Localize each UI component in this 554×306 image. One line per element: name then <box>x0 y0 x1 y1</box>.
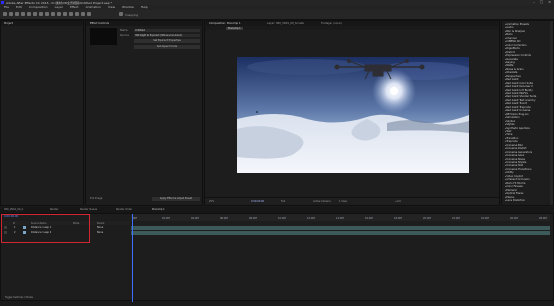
minimize-icon[interactable]: – <box>533 0 535 4</box>
viewer-360-image <box>237 57 469 173</box>
tab-project[interactable]: Project <box>4 22 13 25</box>
ruler-tick-label: 12:00f <box>307 217 315 220</box>
tab-bottom-precomp[interactable]: Precomp 1 <box>152 208 165 211</box>
effect-controls-panel: Effect Controls Name Untitled Source 360… <box>85 20 203 206</box>
close-icon[interactable]: × <box>548 0 551 4</box>
layer-duration-bar[interactable] <box>131 225 550 230</box>
tab-bottom-3[interactable]: Render Queue <box>80 208 97 211</box>
brush-tool-icon[interactable] <box>63 12 67 16</box>
type-tool-icon[interactable] <box>57 12 61 16</box>
timecode-display[interactable]: 0:00:00:00 <box>251 200 264 203</box>
tools-toolbar: Snapping <box>0 10 554 20</box>
app-logo-icon <box>1 1 4 4</box>
project-panel: Project <box>0 20 84 206</box>
time-ruler[interactable]: 00f 02:00f 04:00f 06:00f 08:00f 10:00f 12:00f 1… <box>131 214 550 221</box>
ruler-tick-label: 22:00f <box>452 217 460 220</box>
snapping-label: Snapping <box>125 12 139 17</box>
maximize-icon[interactable]: □ <box>540 0 543 4</box>
tab-composition-precomp[interactable]: Composition: Precomp 1 <box>209 22 241 25</box>
clone-tool-icon[interactable] <box>69 12 73 16</box>
toggle-switches-modes[interactable]: Toggle Switches / Modes <box>5 296 33 299</box>
effect-controls-tabbar: Effect Controls <box>86 21 202 26</box>
hand-tool-icon[interactable] <box>15 12 19 16</box>
timeline-panel: 0:00:00:00 00f 02:00f 04:00f 06:00f 08:00f 10… <box>0 213 554 302</box>
eraser-tool-icon[interactable] <box>75 12 79 16</box>
roto-brush-icon[interactable] <box>81 12 85 16</box>
name-label: Name <box>120 29 128 32</box>
panorama-svg <box>237 57 469 173</box>
tab-effect-controls[interactable]: Effect Controls <box>90 22 109 25</box>
ruler-tick-label: 00f <box>133 217 137 220</box>
ruler-tick-label: 16:00f <box>365 217 373 220</box>
pen-tool-icon[interactable] <box>51 12 55 16</box>
views-dropdown[interactable]: 1 View <box>339 200 347 203</box>
tab-layer[interactable]: Layer: 360_VR01_00_Scrubb <box>267 22 304 25</box>
layer-parent[interactable]: None <box>97 231 103 234</box>
ruler-tick-label: 02:00f <box>162 217 170 220</box>
effect-thumbnail <box>90 28 117 45</box>
camera-dropdown[interactable]: Active Camera <box>313 200 331 203</box>
ruler-tick-label: 26:00f <box>510 217 518 220</box>
ruler-tick-label: 04:00f <box>191 217 199 220</box>
ruler-tick-label: 20:00f <box>423 217 431 220</box>
ruler-tick-label: 08:00f <box>249 217 257 220</box>
selection-highlight-box <box>1 214 90 243</box>
window-controls: – □ × <box>533 0 551 4</box>
ruler-tick-label: 24:00f <box>481 217 489 220</box>
home-icon[interactable] <box>3 12 7 16</box>
exposure-value[interactable]: +0.0 <box>395 200 401 203</box>
project-tabbar: Project <box>1 21 83 26</box>
zoom-dropdown[interactable]: 25% <box>209 200 214 203</box>
snapping-checkbox-icon[interactable] <box>119 12 123 16</box>
zoom-tool-icon[interactable] <box>21 12 25 16</box>
composition-footer-toolbar: 25% 0:00:00:00 Full Active Camera 1 View… <box>205 197 499 204</box>
name-field[interactable]: Untitled <box>134 28 200 32</box>
tab-bottom-1[interactable]: 360_VR01_00_A <box>4 208 23 211</box>
tab-bottom-2[interactable]: Render <box>50 208 59 211</box>
set-equirect-properties-button[interactable]: Set Equirect Properties <box>134 39 200 43</box>
current-time-indicator[interactable] <box>132 214 133 302</box>
puppet-tool-icon[interactable] <box>87 12 91 16</box>
ruler-tick-label: 14:00f <box>336 217 344 220</box>
resolution-dropdown[interactable]: Full <box>281 200 285 203</box>
layer-parent[interactable]: None <box>97 226 103 229</box>
layer-duration-bar[interactable] <box>131 230 550 235</box>
ruler-tick-label: 06:00f <box>220 217 228 220</box>
composition-panel: Composition: Precomp 1 Layer: 360_VR01_0… <box>204 20 500 206</box>
selection-tool-icon[interactable] <box>9 12 13 16</box>
tab-bottom-4[interactable]: Render Order <box>116 208 132 211</box>
camera-tool-icon[interactable] <box>33 12 37 16</box>
apply-effect-button[interactable]: Apply Effect & Adjust Preset <box>152 196 200 201</box>
pan-behind-tool-icon[interactable] <box>39 12 43 16</box>
rectangle-tool-icon[interactable] <box>45 12 49 16</box>
full-image-label: Full Image <box>90 197 103 200</box>
source-label: Source <box>120 34 129 37</box>
composition-subtabs: Precomp 1 <box>205 26 499 30</box>
effects-presets-panel: Animation PresetsAudioBlur & SharpenBori… <box>501 20 554 206</box>
window-title: Adobe After Effects CC 2015 - D:\素材\VR全景… <box>6 0 113 5</box>
effects-category-item[interactable]: Lens Distortion <box>505 199 525 202</box>
ruler-tick-label: 18:00f <box>394 217 402 220</box>
set-aspect-circle-button[interactable]: Set Aspect Circle <box>134 44 200 49</box>
ruler-tick-label: 10:00f <box>278 217 286 220</box>
source-dropdown[interactable]: 360 Right to Equirect (360 environment) <box>134 33 200 37</box>
rotate-tool-icon[interactable] <box>27 12 31 16</box>
ruler-tick-label: 28:00f <box>539 217 547 220</box>
subtab-precomp[interactable]: Precomp 1 <box>226 26 243 30</box>
effects-scrollbar[interactable] <box>550 21 553 205</box>
tab-footage[interactable]: Footage: (none) <box>321 22 342 25</box>
